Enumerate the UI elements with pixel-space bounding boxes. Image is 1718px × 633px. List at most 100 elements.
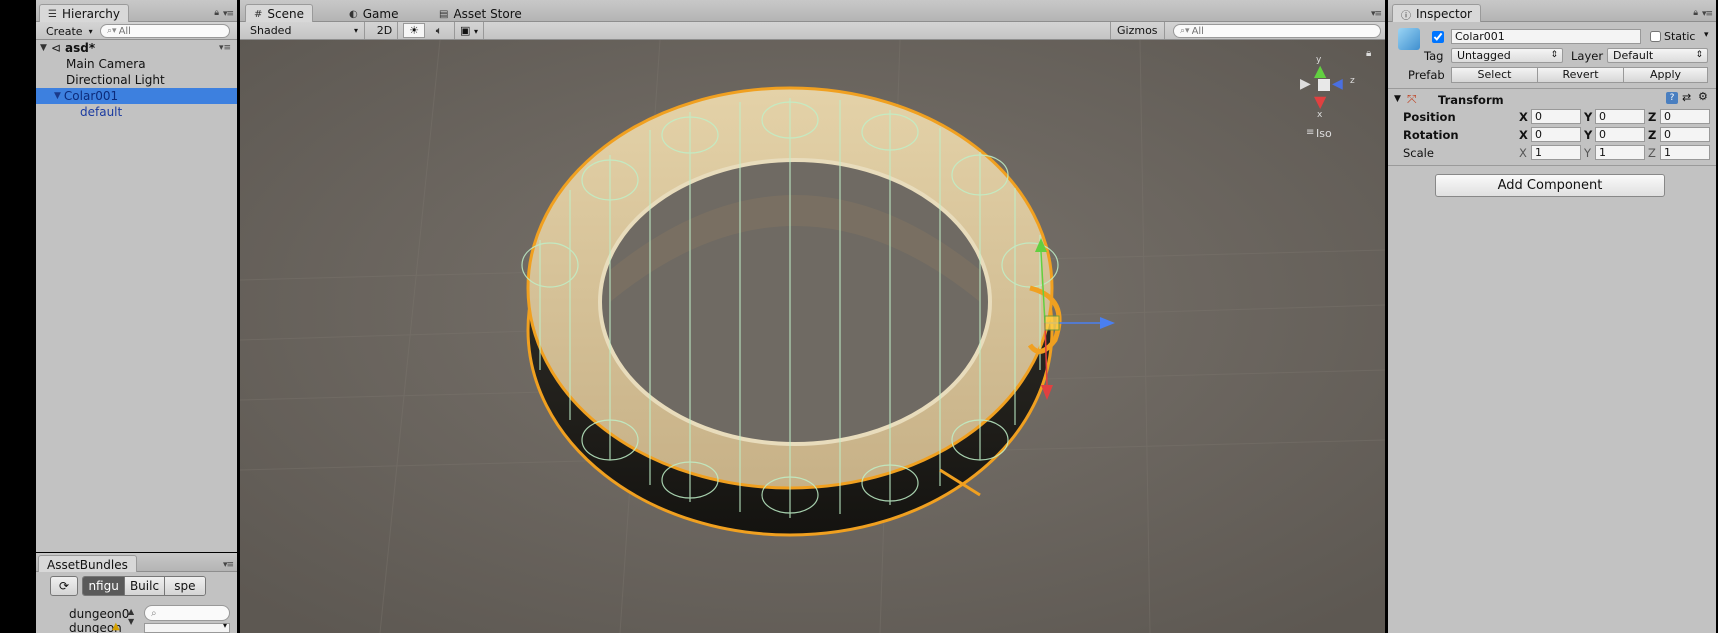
static-label: Static (1664, 30, 1696, 43)
create-button[interactable]: Create ▾ (40, 23, 99, 39)
axis-x-label: X (1519, 128, 1528, 142)
preset-icon[interactable]: ⇄ (1682, 91, 1691, 104)
audio-toggle[interactable]: 🔈︎ (428, 22, 450, 39)
foldout-open-icon[interactable]: ▼ (54, 91, 61, 101)
scale-x-field[interactable]: 1 (1531, 145, 1581, 160)
lock-icon[interactable]: 🔒︎ (214, 8, 219, 18)
unity-editor-window: ☰ Hierarchy 🔒︎ ▾≡ Create ▾ ⌕▾ ▼ ⊲ asd* ▾… (0, 0, 1718, 633)
prefab-revert-button[interactable]: Revert (1537, 67, 1624, 83)
tab-asset-store[interactable]: ▤ Asset Store (430, 4, 531, 22)
list-scroll-arrows[interactable]: ▲ ▼ (128, 607, 134, 627)
scene-root-row[interactable]: ▼ ⊲ asd* ▾≡ (36, 40, 237, 56)
bundle-search[interactable]: ⌕ (144, 605, 230, 621)
gizmos-dropdown[interactable]: Gizmos ▾ (1110, 22, 1165, 53)
prefab-apply-button[interactable]: Apply (1623, 67, 1708, 83)
scene-viewport[interactable]: y ▲ ◀ z ▶ ▼ x ≡ Iso 🔒︎ (240, 40, 1385, 633)
lighting-toggle[interactable]: ☀ (403, 23, 425, 38)
shading-mode-dropdown[interactable]: Shaded ▾ (240, 22, 365, 39)
toggle-2d-button[interactable]: 2D (372, 22, 398, 39)
lock-icon[interactable]: 🔒︎ (1366, 48, 1371, 59)
scene-search[interactable]: ⌕▾ (1173, 24, 1381, 38)
axis-z-cone-icon[interactable]: ◀ (1332, 76, 1343, 92)
add-component-button[interactable]: Add Component (1435, 174, 1665, 197)
rotation-x-field[interactable]: 0 (1531, 127, 1581, 142)
tab-build-label: Builc (129, 579, 160, 593)
scene-search-input[interactable] (1191, 25, 1374, 37)
inspector-tabbar: ⓘ Inspector 🔒︎ ▾≡ (1388, 0, 1716, 22)
chevron-down-icon: ▾ (353, 26, 358, 35)
projection-label[interactable]: Iso (1316, 127, 1332, 140)
help-icon[interactable]: ? (1666, 92, 1678, 104)
position-x-field[interactable]: 0 (1531, 109, 1581, 124)
assetbundles-panel: AssetBundles ▾≡ ⟳ nfigu Builc spe dungeo… (36, 553, 237, 633)
axis-x-cone-icon[interactable]: ▼ (1314, 92, 1326, 111)
scale-z-field[interactable]: 1 (1660, 145, 1710, 160)
transform-title[interactable]: Transform (1438, 93, 1504, 107)
scene-render[interactable] (240, 40, 1385, 633)
hierarchy-tab-label: Hierarchy (61, 7, 120, 21)
foldout-open-icon[interactable]: ▼ (1394, 94, 1401, 104)
scene-toolbar: Shaded ▾ 2D ☀ 🔈︎ ▣ ▾ Gizmos ▾ ⌕▾ (240, 22, 1385, 53)
hierarchy-item-directional-light[interactable]: Directional Light (36, 72, 237, 88)
active-checkbox[interactable] (1432, 31, 1444, 43)
axis-y-cone-icon[interactable]: ▲ (1314, 61, 1326, 80)
rotation-z-field[interactable]: 0 (1660, 127, 1710, 142)
chevron-down-icon[interactable]: ▾ (1704, 30, 1709, 40)
object-name-field[interactable]: Colar001 (1451, 29, 1641, 44)
scale-y-field[interactable]: 1 (1595, 145, 1645, 160)
collar-mesh[interactable] (521, 86, 1059, 537)
tab-game[interactable]: ◐ Game (340, 4, 407, 22)
refresh-icon: ⟳ (58, 579, 70, 593)
hierarchy-item-main-camera[interactable]: Main Camera (36, 56, 237, 72)
tab-scene[interactable]: # Scene (245, 4, 313, 22)
tab-configure[interactable]: nfigu (83, 577, 125, 595)
prefab-label: Prefab (1408, 68, 1445, 82)
hierarchy-search-input[interactable] (118, 25, 223, 37)
panel-menu-icon[interactable]: ▾≡ (223, 560, 234, 570)
hierarchy-item-label: Directional Light (66, 73, 165, 87)
store-icon: ▤ (439, 8, 449, 20)
hierarchy-item-default[interactable]: default (36, 104, 237, 120)
tab-hierarchy[interactable]: ☰ Hierarchy (39, 4, 129, 22)
hierarchy-item-label: Main Camera (66, 57, 146, 71)
tab-assetbundles[interactable]: AssetBundles (38, 555, 137, 572)
rotation-y-field[interactable]: 0 (1595, 127, 1645, 142)
position-y-field[interactable]: 0 (1595, 109, 1645, 124)
bundle-dropdown[interactable]: ▾ (144, 621, 230, 633)
gear-icon[interactable]: ⚙ (1698, 90, 1708, 103)
position-z-field[interactable]: 0 (1660, 109, 1710, 124)
panel-menu-icon[interactable]: ▾≡ (1371, 9, 1382, 19)
tab-inspector[interactable]: ⓘ Inspector (1392, 4, 1481, 22)
hierarchy-search[interactable]: ⌕▾ (100, 24, 230, 38)
hierarchy-item-colar001[interactable]: ▼ Colar001 (36, 88, 237, 104)
lock-icon[interactable]: 🔒︎ (1693, 8, 1698, 18)
tag-dropdown[interactable]: Untagged ⇕ (1451, 48, 1563, 63)
hierarchy-tabbar: ☰ Hierarchy 🔒︎ ▾≡ (36, 0, 237, 22)
bundle-list-item[interactable]: dungeon0 (69, 607, 129, 621)
axis-y-label: Y (1584, 110, 1593, 124)
asset-store-tab-label: Asset Store (453, 7, 522, 21)
panel-menu-icon[interactable]: ▾≡ (1702, 9, 1713, 19)
layer-label: Layer (1571, 49, 1604, 63)
layer-dropdown[interactable]: Default ⇕ (1607, 48, 1708, 63)
orientation-gizmo[interactable]: y ▲ ◀ z ▶ ▼ x ≡ Iso (1300, 55, 1370, 145)
scene-menu-icon[interactable]: ▾≡ (219, 43, 231, 53)
prefab-select-button[interactable]: Select (1451, 67, 1538, 83)
static-checkbox[interactable] (1650, 31, 1661, 42)
tab-inspect[interactable]: spe (163, 577, 205, 595)
refresh-button[interactable]: ⟳ (50, 576, 78, 596)
hierarchy-item-label: Colar001 (63, 89, 119, 103)
panel-menu-icon[interactable]: ▾≡ (223, 9, 234, 19)
axis-neg-x-cone-icon[interactable]: ▶ (1300, 76, 1311, 92)
effects-dropdown[interactable]: ▣ ▾ (454, 22, 484, 39)
center-cube-icon[interactable] (1318, 79, 1330, 91)
tab-build[interactable]: Builc (124, 577, 164, 595)
foldout-open-icon[interactable]: ▼ (40, 43, 47, 53)
chevron-down-icon: ▾ (88, 26, 93, 36)
game-tab-label: Game (362, 7, 399, 21)
hierarchy-panel: ☰ Hierarchy 🔒︎ ▾≡ Create ▾ ⌕▾ ▼ ⊲ asd* ▾… (36, 0, 237, 552)
tab-configure-label: nfigu (88, 579, 119, 593)
hierarchy-toolbar: Create ▾ ⌕▾ (36, 22, 237, 40)
unity-scene-icon: ⊲ (50, 41, 61, 55)
layer-value: Default (1613, 49, 1654, 62)
